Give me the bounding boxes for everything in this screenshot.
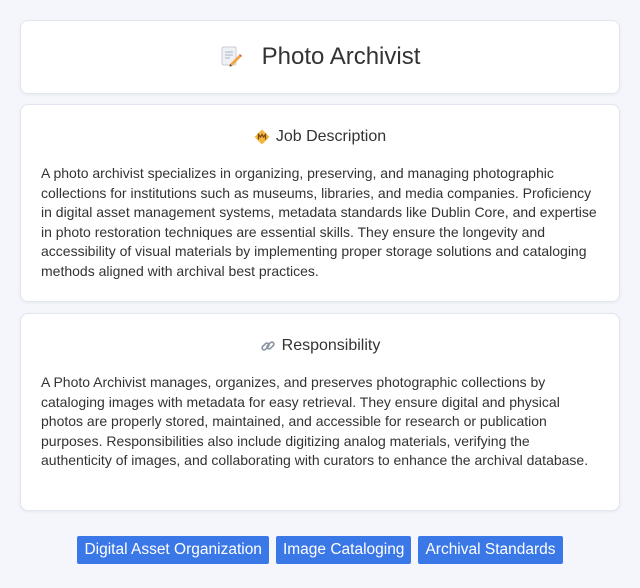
job-description-card: Job Description A photo archivist specia…	[20, 104, 620, 302]
tag-image-cataloging[interactable]: Image Cataloging	[275, 536, 412, 564]
tag-archival-standards[interactable]: Archival Standards	[418, 536, 563, 564]
responsibility-text: A Photo Archivist manages, organizes, an…	[41, 374, 589, 469]
responsibility-card: Responsibility A Photo Archivist manages…	[20, 313, 620, 511]
link-icon	[260, 341, 275, 351]
tag-digital-asset-organization[interactable]: Digital Asset Organization	[77, 536, 269, 564]
job-description-text: A photo archivist specializes in organiz…	[41, 165, 597, 279]
page-title: Photo Archivist	[261, 43, 421, 70]
title-card: Photo Archivist	[20, 20, 620, 94]
job-description-heading: Job Description	[275, 128, 387, 145]
skill-tags: Digital Asset Organization Image Catalog…	[0, 536, 640, 564]
responsibility-header: Responsibility	[21, 336, 619, 356]
responsibility-heading: Responsibility	[281, 337, 381, 354]
diamond-badge-icon	[254, 129, 270, 145]
memo-pencil-icon	[221, 46, 242, 67]
job-description-header: Job Description	[21, 127, 619, 147]
